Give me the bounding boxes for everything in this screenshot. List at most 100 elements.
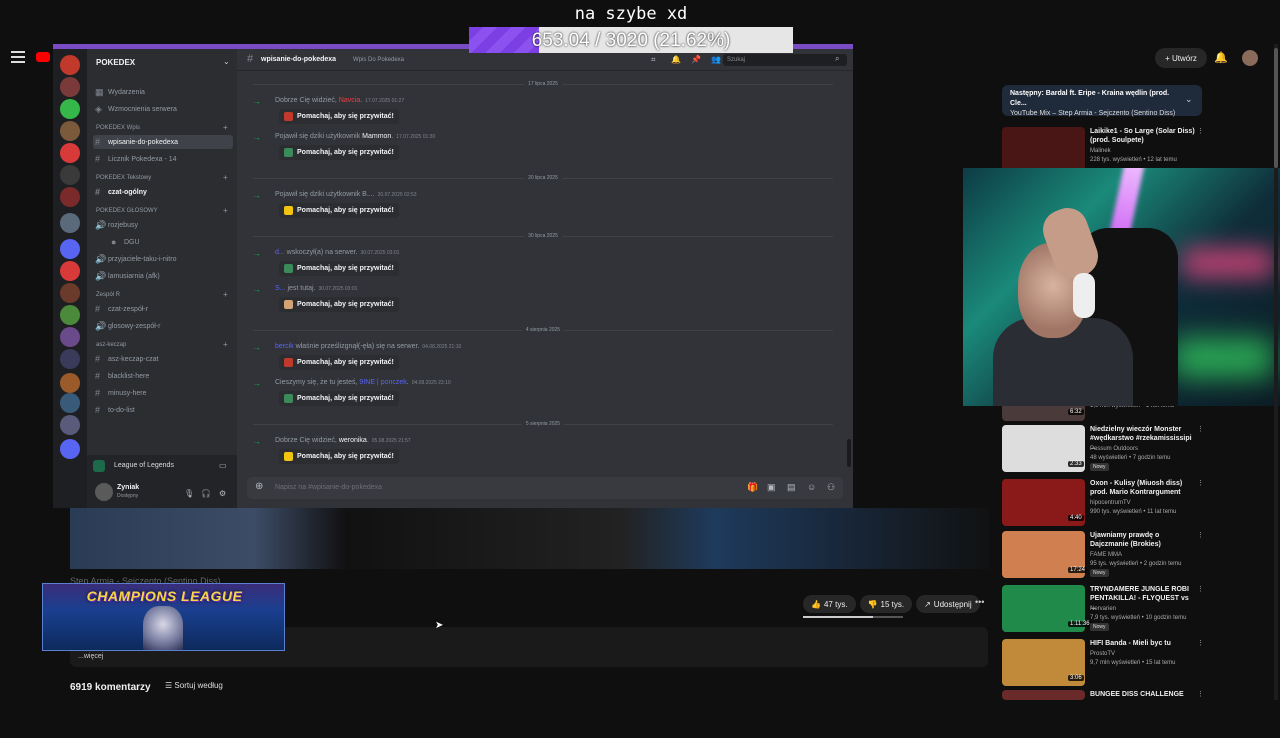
sidebar-item-wydarzenia[interactable]: ▦ Wydarzenia [93, 85, 233, 99]
channel-name[interactable]: ProstoTV [1090, 650, 1195, 658]
video-thumbnail[interactable] [1002, 690, 1085, 700]
more-actions-icon[interactable]: ••• [975, 597, 984, 607]
channel-category[interactable]: POKEDEX Tekstowy [96, 175, 151, 181]
username-link[interactable]: Mammon [362, 133, 391, 140]
emoji-icon[interactable]: ☺ [807, 482, 816, 492]
search-icon[interactable]: ⌕ [835, 54, 839, 64]
video-title[interactable]: Laikike1 - So Large (Solar Diss) (prod. … [1090, 127, 1195, 145]
server-icon[interactable] [60, 143, 80, 163]
search-input[interactable]: Szukaj [723, 54, 847, 66]
sidebar-item-to-do-list[interactable]: # to-do-list [93, 403, 233, 417]
channel-topic[interactable]: Wpis Do Pokedexa [353, 57, 404, 63]
sidebar-item-wzmocnienia-serwera[interactable]: ◈ Wzmocnienia serwera [93, 102, 233, 116]
wave-button[interactable]: Pomachaj, aby się przywitać! [279, 449, 399, 464]
wave-button[interactable]: Pomachaj, aby się przywitać! [279, 145, 399, 160]
channel-name[interactable]: Nervarien [1090, 605, 1195, 613]
microphone-icon[interactable]: 🎙 [184, 489, 194, 498]
video-title[interactable]: HIFI Banda - Mieli byc tu [1090, 639, 1195, 648]
video-player[interactable] [70, 508, 990, 569]
add-channel-icon[interactable]: + [223, 206, 228, 215]
pin-icon[interactable]: 📌 [691, 55, 701, 64]
server-icon[interactable] [60, 213, 80, 233]
channel-category[interactable]: POKEDEX Wpis [96, 125, 140, 131]
recommended-video[interactable]: 6:32 1,6 mln wyświetleń • 1 rok temu [1002, 403, 1207, 423]
threads-icon[interactable]: ⌗ [651, 55, 656, 65]
more-options-icon[interactable]: ⋮ [1197, 127, 1204, 135]
video-title[interactable]: Oxon - Kulisy (Miuosh diss) prod. Mario … [1090, 479, 1195, 497]
server-icon[interactable] [60, 239, 80, 259]
sidebar-item-czat-zesp-r[interactable]: # czat-zespół-r [93, 302, 233, 316]
wave-button[interactable]: Pomachaj, aby się przywitać! [279, 203, 399, 218]
more-options-icon[interactable]: ⋮ [1197, 425, 1204, 433]
video-title[interactable]: Ujawniamy prawdę o Dajczmanie (Brokies) [1090, 531, 1195, 549]
server-icon[interactable] [60, 415, 80, 435]
server-icon[interactable] [60, 349, 80, 369]
system-message[interactable]: → Pojawił się dziki użytkownik B.... 20.07… [253, 191, 833, 223]
sidebar-item-czat-og-lny[interactable]: # czat-ogólny [93, 185, 233, 199]
server-icon[interactable] [60, 327, 80, 347]
wave-button[interactable]: Pomachaj, aby się przywitać! [279, 261, 399, 276]
sidebar-item-glosowy-zesp-r[interactable]: 🔊 glosowy-zespół-r [93, 319, 233, 333]
attach-plus-icon[interactable]: ⊕ [255, 481, 263, 492]
more-options-icon[interactable]: ⋮ [1197, 531, 1204, 539]
message-composer[interactable]: ⊕ Napisz na #wpisanie-do-pokedexa 🎁 ▣ ▤ … [247, 477, 843, 499]
server-icon[interactable] [60, 393, 80, 413]
add-channel-icon[interactable]: + [223, 173, 228, 182]
sidebar-item-rozjebusy[interactable]: 🔊 rozjebusy [93, 218, 233, 232]
server-icon[interactable] [60, 373, 80, 393]
recommended-video[interactable]: 17:24 Ujawniamy prawdę o Dajczmanie (Brok… [1002, 531, 1207, 579]
username-link[interactable]: S... [275, 285, 286, 292]
system-message[interactable]: → S... jest tutaj. 30.07.2025 03:01 Pomacha… [253, 285, 833, 317]
gif-icon[interactable]: ▣ [767, 482, 776, 493]
username-link[interactable]: d... [275, 249, 285, 256]
recommended-video[interactable]: 3:06 HIFI Banda - Mieli byc tu ProstoTV 9,7… [1002, 639, 1207, 687]
avatar[interactable] [95, 483, 113, 501]
dislike-button[interactable]: 👎 15 tys. [859, 595, 913, 613]
members-icon[interactable]: 👥 [711, 55, 721, 64]
server-icon[interactable] [60, 165, 80, 185]
sidebar-item-asz-keczap-czat[interactable]: # asz-keczap-czat [93, 352, 233, 366]
more-options-icon[interactable]: ⋮ [1197, 479, 1204, 487]
more-options-icon[interactable]: ⋮ [1197, 690, 1204, 698]
channel-name[interactable]: hipocentrumTV [1090, 499, 1195, 507]
system-message[interactable]: → Dobrze Cię widzieć, weronika. 05.08.2025… [253, 437, 833, 469]
recommended-video[interactable]: 2:33 Niedzielny wieczór Monster #wędkarst… [1002, 425, 1207, 473]
channel-category[interactable]: asz-keczap [96, 342, 126, 348]
chevron-down-icon[interactable]: ⌄ [1185, 94, 1193, 105]
server-icon[interactable] [60, 305, 80, 325]
sidebar-item-dgu[interactable]: ● DGU [109, 235, 249, 249]
settings-gear-icon[interactable]: ⚙ [219, 489, 226, 498]
wave-button[interactable]: Pomachaj, aby się przywitać! [279, 355, 399, 370]
more-options-icon[interactable]: ⋮ [1197, 585, 1204, 593]
description-more-link[interactable]: ...więcej [78, 653, 103, 660]
wave-button[interactable]: Pomachaj, aby się przywitać! [279, 297, 399, 312]
system-message[interactable]: → Pojawił się dziki użytkownik Mammon. 17.… [253, 133, 833, 165]
system-message[interactable]: → Dobrze Cię widzieć, Navcia. 17.07.2025 0… [253, 97, 833, 129]
channel-category[interactable]: POKEDEX GŁOSOWY [96, 208, 158, 214]
add-channel-icon[interactable]: + [223, 340, 228, 349]
chevron-down-icon[interactable]: ⌄ [223, 57, 230, 66]
username-link[interactable]: 9INE | ponczek [359, 379, 406, 386]
notification-bell-icon[interactable]: 🔔 [671, 55, 681, 64]
wave-button[interactable]: Pomachaj, aby się przywitać! [279, 391, 399, 406]
channel-name[interactable]: FAME MMA [1090, 551, 1195, 559]
screen-share-icon[interactable]: ▭ [219, 461, 227, 470]
headset-icon[interactable]: 🎧 [201, 489, 211, 498]
account-avatar[interactable] [1242, 50, 1258, 66]
sidebar-item-lamusiarnia-afk-[interactable]: 🔊 lamusiarnia (afk) [93, 269, 233, 283]
add-channel-icon[interactable]: + [223, 290, 228, 299]
notifications-bell-icon[interactable]: 🔔 [1214, 51, 1228, 64]
server-icon[interactable] [60, 439, 80, 459]
video-title[interactable]: BUNGEE DISS CHALLENGE [1090, 690, 1195, 699]
server-icon[interactable] [60, 77, 80, 97]
username-link[interactable]: bercik [275, 343, 294, 350]
system-message[interactable]: → Cieszymy się, że tu jesteś, 9INE | ponc… [253, 379, 833, 411]
more-options-icon[interactable]: ⋮ [1197, 639, 1204, 647]
youtube-logo[interactable] [36, 52, 50, 62]
gift-icon[interactable]: 🎁 [747, 482, 758, 493]
sidebar-item-blacklist-here[interactable]: # blacklist-here [93, 369, 233, 383]
sidebar-item-wpisanie-do-pokedexa[interactable]: # wpisanie-do-pokedexa [93, 135, 233, 149]
video-thumbnail[interactable] [1002, 127, 1085, 174]
server-icon[interactable] [60, 99, 80, 119]
recommended-video[interactable]: 1:11:36 TRYNDAMERE JUNGLE ROBI PENTAKILLA… [1002, 585, 1207, 633]
